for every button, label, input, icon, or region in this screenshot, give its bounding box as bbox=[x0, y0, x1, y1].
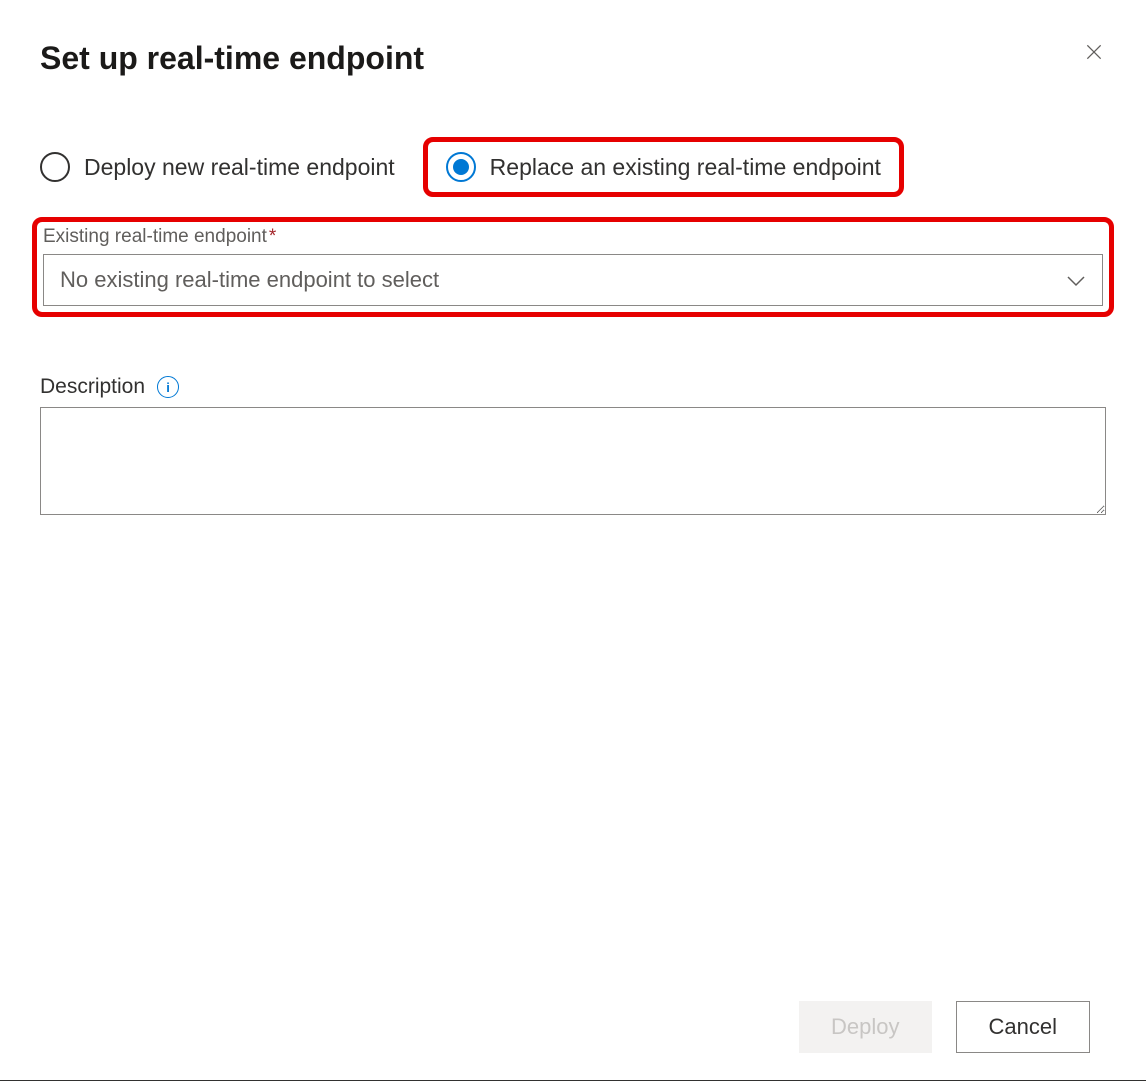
close-button[interactable] bbox=[1082, 40, 1106, 64]
radio-label: Replace an existing real-time endpoint bbox=[490, 154, 881, 181]
deploy-button[interactable]: Deploy bbox=[799, 1001, 931, 1053]
dialog-title: Set up real-time endpoint bbox=[40, 40, 424, 77]
existing-endpoint-label: Existing real-time endpoint* bbox=[43, 226, 1103, 248]
radio-circle-selected-icon bbox=[446, 152, 476, 182]
description-label: Description bbox=[40, 375, 145, 399]
required-asterisk: * bbox=[269, 226, 276, 247]
close-icon bbox=[1084, 42, 1104, 62]
description-textarea[interactable] bbox=[40, 407, 1106, 515]
dialog-footer: Deploy Cancel bbox=[799, 1001, 1090, 1053]
radio-replace-existing[interactable]: Replace an existing real-time endpoint bbox=[446, 152, 881, 182]
radio-circle-icon bbox=[40, 152, 70, 182]
radio-dot-icon bbox=[453, 159, 469, 175]
radio-deploy-new[interactable]: Deploy new real-time endpoint bbox=[40, 152, 395, 182]
info-icon[interactable]: i bbox=[157, 376, 179, 398]
cancel-button[interactable]: Cancel bbox=[956, 1001, 1090, 1053]
radio-label: Deploy new real-time endpoint bbox=[84, 154, 395, 181]
description-section: Description i bbox=[40, 375, 1106, 520]
deployment-mode-radio-group: Deploy new real-time endpoint Replace an… bbox=[40, 137, 1106, 197]
dropdown-selected-value: No existing real-time endpoint to select bbox=[60, 267, 439, 293]
existing-endpoint-dropdown[interactable]: No existing real-time endpoint to select bbox=[43, 254, 1103, 306]
highlight-existing-endpoint-field: Existing real-time endpoint* No existing… bbox=[32, 217, 1114, 317]
highlight-replace-option: Replace an existing real-time endpoint bbox=[423, 137, 904, 197]
chevron-down-icon bbox=[1066, 267, 1086, 293]
